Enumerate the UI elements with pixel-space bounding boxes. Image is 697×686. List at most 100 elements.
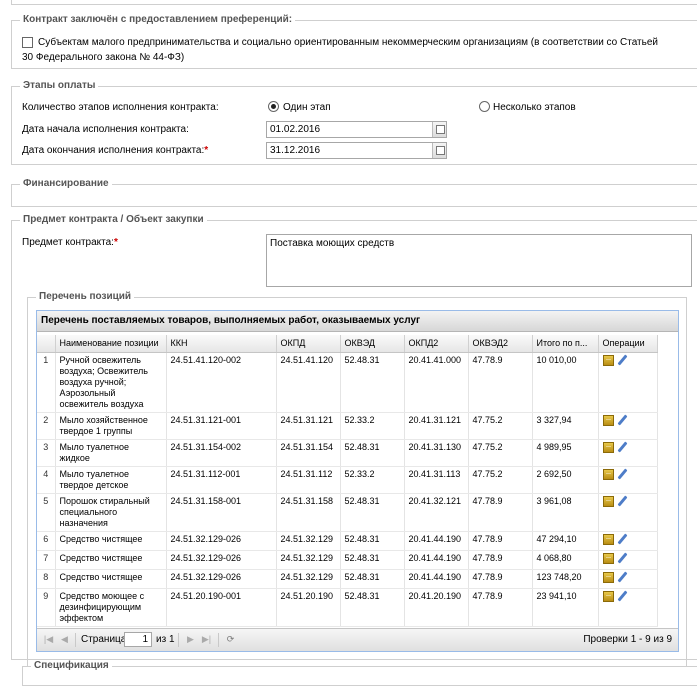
multiple-stages-radio[interactable] bbox=[479, 101, 490, 112]
edit-icon[interactable] bbox=[617, 469, 628, 480]
subject-textarea[interactable]: Поставка моющих средств bbox=[266, 234, 692, 287]
start-date-input[interactable] bbox=[267, 122, 431, 137]
page-label: Страница bbox=[81, 634, 127, 645]
single-stage-radio[interactable] bbox=[268, 101, 279, 112]
cell-okved: 52.48.31 bbox=[340, 439, 405, 467]
cell-okpd: 24.51.32.129 bbox=[276, 550, 341, 570]
details-icon[interactable] bbox=[602, 533, 614, 545]
cell-okved: 52.48.31 bbox=[340, 531, 405, 551]
details-icon[interactable] bbox=[602, 354, 614, 366]
edit-icon[interactable] bbox=[617, 553, 628, 564]
payment-stages-legend: Этапы оплаты bbox=[20, 80, 99, 92]
col-total[interactable]: Итого по п... bbox=[532, 335, 599, 353]
col-kkn[interactable]: ККН bbox=[166, 335, 277, 353]
preferences-fieldset: Контракт заключён с предоставлением преф… bbox=[11, 14, 697, 69]
payment-stages-fieldset: Этапы оплаты Количество этапов исполнени… bbox=[11, 80, 697, 165]
last-page-icon[interactable]: ▶| bbox=[201, 634, 212, 645]
positions-legend: Перечень позиций bbox=[36, 291, 135, 303]
details-icon[interactable] bbox=[602, 414, 614, 426]
end-date-field bbox=[266, 142, 447, 159]
cell-total: 123 748,20 bbox=[532, 569, 599, 589]
cell-okved: 52.48.31 bbox=[340, 569, 405, 589]
edit-icon[interactable] bbox=[617, 415, 628, 426]
col-number bbox=[37, 335, 56, 353]
end-date-input[interactable] bbox=[267, 143, 431, 158]
cell-kkn: 24.51.32.129-026 bbox=[166, 550, 277, 570]
cell-kkn: 24.51.31.158-001 bbox=[166, 493, 277, 532]
cell-operations bbox=[598, 493, 658, 532]
row-number: 9 bbox=[37, 588, 56, 627]
cell-total: 3 327,94 bbox=[532, 412, 599, 440]
cell-okved2: 47.75.2 bbox=[468, 412, 533, 440]
next-page-icon[interactable]: ▶ bbox=[185, 634, 196, 645]
end-date-label-text: Дата окончания исполнения контракта: bbox=[22, 145, 205, 156]
table-row[interactable]: 9 Средство моющее с дезинфицирующим эффек… bbox=[37, 588, 658, 627]
row-number: 6 bbox=[37, 531, 56, 551]
table-row[interactable]: 8 Средство чистящее 24.51.32.129-026 24.51.… bbox=[37, 569, 658, 589]
first-page-icon[interactable]: |◀ bbox=[43, 634, 54, 645]
calendar-icon[interactable] bbox=[432, 122, 446, 137]
cell-name: Ручной освежитель воздуха; Освежитель во… bbox=[55, 352, 167, 413]
pager-separator bbox=[218, 633, 219, 647]
edit-icon[interactable] bbox=[617, 355, 628, 366]
col-okved2[interactable]: ОКВЭД2 bbox=[468, 335, 533, 353]
table-row[interactable]: 1 Ручной освежитель воздуха; Освежитель в… bbox=[37, 352, 658, 413]
financing-fieldset: Финансирование bbox=[11, 178, 697, 207]
col-okpd[interactable]: ОКПД bbox=[276, 335, 341, 353]
specification-legend[interactable]: Спецификация bbox=[31, 660, 112, 672]
row-operations bbox=[602, 590, 628, 602]
prev-page-icon[interactable]: ◀ bbox=[59, 634, 70, 645]
edit-icon[interactable] bbox=[617, 572, 628, 583]
cell-okved2: 47.78.9 bbox=[468, 569, 533, 589]
table-row[interactable]: 2 Мыло хозяйственное твердое 1 группы 24.5… bbox=[37, 412, 658, 440]
single-stage-label: Один этап bbox=[283, 102, 331, 113]
cell-okved: 52.48.31 bbox=[340, 352, 405, 413]
sme-preference-checkbox[interactable] bbox=[22, 37, 33, 48]
start-date-label: Дата начала исполнения контракта: bbox=[22, 124, 189, 135]
table-row[interactable]: 3 Мыло туалетное жидкое 24.51.31.154-002 24… bbox=[37, 439, 658, 467]
cell-name: Средство чистящее bbox=[55, 531, 167, 551]
page-number-input[interactable] bbox=[124, 632, 152, 647]
details-icon[interactable] bbox=[602, 571, 614, 583]
row-operations bbox=[602, 414, 628, 426]
table-row[interactable]: 7 Средство чистящее 24.51.32.129-026 24.51.… bbox=[37, 550, 658, 570]
cell-operations bbox=[598, 439, 658, 467]
cell-kkn: 24.51.20.190-001 bbox=[166, 588, 277, 627]
col-name[interactable]: Наименование позиции bbox=[55, 335, 167, 353]
edit-icon[interactable] bbox=[617, 442, 628, 453]
cell-okpd2: 20.41.31.130 bbox=[404, 439, 469, 467]
financing-legend[interactable]: Финансирование bbox=[20, 178, 112, 190]
refresh-icon[interactable]: ⟳ bbox=[225, 634, 236, 645]
cell-kkn: 24.51.32.129-026 bbox=[166, 531, 277, 551]
details-icon[interactable] bbox=[602, 441, 614, 453]
cell-operations bbox=[598, 412, 658, 440]
edit-icon[interactable] bbox=[617, 591, 628, 602]
cell-okved: 52.33.2 bbox=[340, 466, 405, 494]
cell-okpd: 24.51.31.121 bbox=[276, 412, 341, 440]
sme-preference-label-line1: Субъектам малого предпринимательства и с… bbox=[38, 37, 658, 48]
details-icon[interactable] bbox=[602, 590, 614, 602]
positions-table: Наименование позиции ККН ОКПД ОКВЭД ОКПД… bbox=[37, 335, 658, 627]
cell-name: Порошок стиральный специального назначен… bbox=[55, 493, 167, 532]
details-icon[interactable] bbox=[602, 495, 614, 507]
col-okpd2[interactable]: ОКПД2 bbox=[404, 335, 469, 353]
cell-kkn: 24.51.31.121-001 bbox=[166, 412, 277, 440]
cell-okved2: 47.78.9 bbox=[468, 493, 533, 532]
edit-icon[interactable] bbox=[617, 496, 628, 507]
calendar-icon[interactable] bbox=[432, 143, 446, 158]
subject-label: Предмет контракта:* bbox=[22, 237, 118, 249]
details-icon[interactable] bbox=[602, 468, 614, 480]
table-row[interactable]: 5 Порошок стиральный специального назначе… bbox=[37, 493, 658, 532]
cell-operations bbox=[598, 588, 658, 627]
row-operations bbox=[602, 441, 628, 453]
row-operations bbox=[602, 533, 628, 545]
col-operations[interactable]: Операции bbox=[598, 335, 658, 353]
col-okved[interactable]: ОКВЭД bbox=[340, 335, 405, 353]
table-row[interactable]: 6 Средство чистящее 24.51.32.129-026 24.51.… bbox=[37, 531, 658, 551]
details-icon[interactable] bbox=[602, 552, 614, 564]
cell-kkn: 24.51.32.129-026 bbox=[166, 569, 277, 589]
table-row[interactable]: 4 Мыло туалетное твердое детское 24.51.31.… bbox=[37, 466, 658, 494]
cell-total: 23 941,10 bbox=[532, 588, 599, 627]
cell-name: Средство чистящее bbox=[55, 550, 167, 570]
edit-icon[interactable] bbox=[617, 534, 628, 545]
